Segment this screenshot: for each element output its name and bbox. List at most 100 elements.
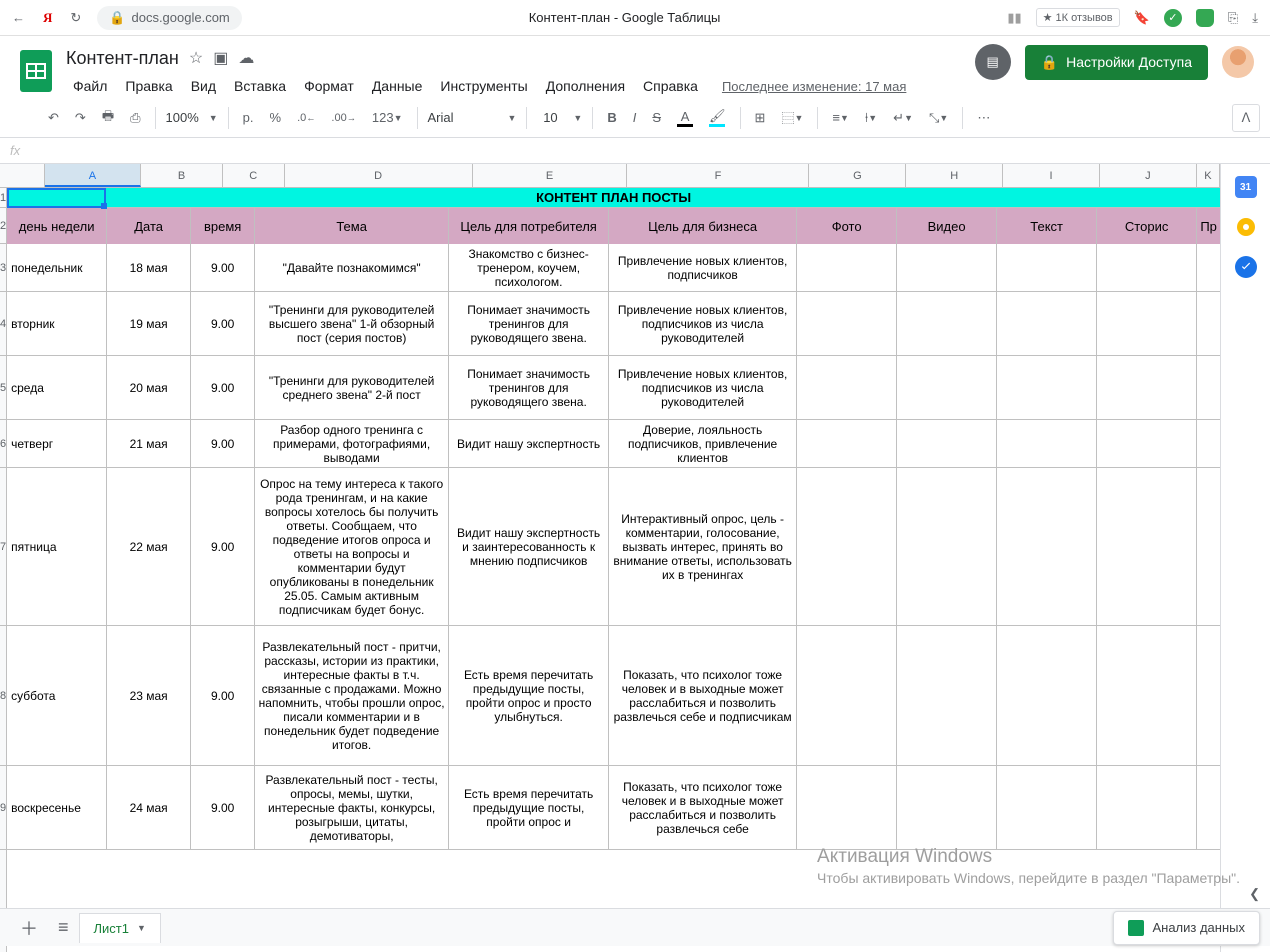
data-cell[interactable]: 9.00 [191,356,255,420]
data-cell[interactable]: Опрос на тему интереса к такого рода тре… [255,468,449,626]
row-header-2[interactable]: 2 [0,208,6,244]
data-cell[interactable]: четверг [7,420,107,468]
data-cell[interactable] [897,468,997,626]
number-format-button[interactable]: 123▼ [366,105,409,130]
data-cell[interactable]: 20 мая [107,356,191,420]
data-cell[interactable] [897,244,997,292]
data-cell[interactable]: Есть время перечитать предыдущие посты, … [449,766,609,850]
borders-button[interactable]: ⊞ [749,105,772,131]
data-cell[interactable] [1097,292,1197,356]
undo-button[interactable]: ↶ [42,105,65,131]
header-cell[interactable]: Текст [997,208,1097,244]
col-header-E[interactable]: E [473,164,628,187]
data-cell[interactable] [1097,244,1197,292]
row-header-8[interactable]: 8 [0,626,6,766]
paint-format-button[interactable]: ⎙ [124,105,146,131]
back-icon[interactable]: ← [12,10,25,25]
menu-вид[interactable]: Вид [184,74,223,98]
cells-grid[interactable]: КОНТЕНТ ПЛАН ПОСТЫдень неделиДатавремяТе… [7,188,1220,952]
data-cell[interactable] [1197,468,1220,626]
ext-shield-icon[interactable] [1196,9,1214,27]
row-header-6[interactable]: 6 [0,420,6,468]
data-cell[interactable]: 22 мая [107,468,191,626]
data-cell[interactable] [997,468,1097,626]
reload-icon[interactable]: ↻ [70,10,81,26]
title-merged-cell[interactable]: КОНТЕНТ ПЛАН ПОСТЫ [7,188,1220,207]
star-icon[interactable]: ☆ [189,48,203,68]
header-cell[interactable]: Дата [107,208,191,244]
data-cell[interactable] [997,292,1097,356]
sheet-tab-1[interactable]: Лист1 ▼ [79,913,161,943]
data-cell[interactable]: Доверие, лояльность подписчиков, привлеч… [609,420,797,468]
row-header-7[interactable]: 7 [0,468,6,626]
avatar[interactable] [1222,46,1254,78]
data-cell[interactable] [1197,626,1220,766]
strike-button[interactable]: S [646,105,667,130]
data-cell[interactable]: 9.00 [191,292,255,356]
ext-check-icon[interactable]: ✓ [1164,9,1182,27]
data-cell[interactable]: "Давайте познакомимся" [255,244,449,292]
formula-bar[interactable]: fx [0,138,1270,164]
col-header-K[interactable]: K [1197,164,1220,187]
data-cell[interactable] [1097,356,1197,420]
print-button[interactable]: 🖶 [96,102,120,134]
data-cell[interactable]: понедельник [7,244,107,292]
tasks-icon[interactable] [1235,256,1257,278]
redo-button[interactable]: ↷ [69,105,92,131]
data-cell[interactable]: 9.00 [191,626,255,766]
data-cell[interactable]: Показать, что психолог тоже человек и в … [609,766,797,850]
italic-button[interactable]: I [627,105,643,130]
data-cell[interactable] [997,420,1097,468]
col-header-F[interactable]: F [627,164,809,187]
comments-button[interactable]: ▤ [975,44,1011,80]
dec-increase-button[interactable]: .00→ [325,107,361,129]
data-cell[interactable] [1097,420,1197,468]
data-cell[interactable]: 23 мая [107,626,191,766]
menu-данные[interactable]: Данные [365,74,430,98]
yandex-icon[interactable]: Я [43,10,52,26]
menu-справка[interactable]: Справка [636,74,705,98]
zoom-select[interactable]: 100%▼ [164,106,220,129]
header-cell[interactable]: Тема [255,208,449,244]
download-icon[interactable]: ⤓ [1252,10,1258,26]
data-cell[interactable]: суббота [7,626,107,766]
data-cell[interactable] [1097,626,1197,766]
menu-вставка[interactable]: Вставка [227,74,293,98]
data-cell[interactable] [797,356,897,420]
move-icon[interactable]: ▣ [213,48,228,68]
keep-icon[interactable] [1237,218,1255,236]
data-cell[interactable]: 21 мая [107,420,191,468]
data-cell[interactable] [897,356,997,420]
data-cell[interactable] [1197,244,1220,292]
data-cell[interactable] [897,626,997,766]
menu-формат[interactable]: Формат [297,74,361,98]
header-cell[interactable]: Сторис [1097,208,1197,244]
sheets-logo[interactable] [16,44,56,98]
header-cell[interactable]: Цель для потребителя [449,208,609,244]
data-cell[interactable] [797,244,897,292]
header-cell[interactable]: время [191,208,255,244]
data-cell[interactable] [997,766,1097,850]
data-cell[interactable]: вторник [7,292,107,356]
collapse-toolbar-button[interactable]: ᐱ [1232,104,1260,132]
font-size-select[interactable]: 10▼ [535,106,584,129]
col-header-I[interactable]: I [1003,164,1100,187]
doc-title[interactable]: Контент-план [66,48,179,69]
row-header-1[interactable]: 1 [0,188,6,208]
data-cell[interactable] [997,626,1097,766]
data-cell[interactable]: Знакомство с бизнес-тренером, коучем, пс… [449,244,609,292]
data-cell[interactable]: пятница [7,468,107,626]
col-header-D[interactable]: D [285,164,473,187]
data-cell[interactable] [797,420,897,468]
more-button[interactable]: ⋯ [971,105,996,131]
row-header-5[interactable]: 5 [0,356,6,420]
data-cell[interactable]: 9.00 [191,468,255,626]
select-all-corner[interactable] [0,164,45,187]
font-select[interactable]: Arial▼ [426,106,519,129]
menu-инструменты[interactable]: Инструменты [433,74,534,98]
data-cell[interactable]: 24 мая [107,766,191,850]
data-cell[interactable] [1097,766,1197,850]
bold-button[interactable]: B [601,105,622,130]
percent-button[interactable]: % [264,105,288,130]
data-cell[interactable]: Видит нашу экспертность [449,420,609,468]
